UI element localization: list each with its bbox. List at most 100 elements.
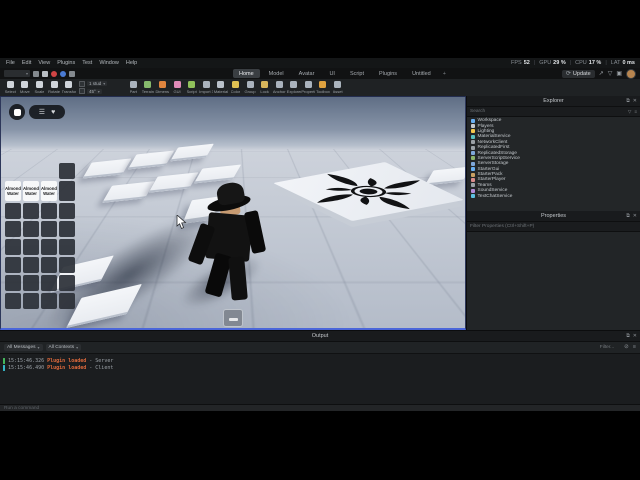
- explorer-item-textchatservice[interactable]: TextChatService: [471, 193, 640, 199]
- inventory-empty-slot[interactable]: [5, 275, 21, 291]
- snap-value-dropdown[interactable]: 45° ▾: [86, 88, 102, 94]
- inventory-empty-slot[interactable]: [59, 181, 75, 201]
- inventory-empty-slot[interactable]: [59, 203, 75, 219]
- snap-checkbox[interactable]: [78, 88, 85, 95]
- snap-value-dropdown[interactable]: 1 stud ▾: [86, 81, 108, 87]
- clear-output-icon[interactable]: ⊘: [624, 344, 629, 351]
- inventory-item-slot[interactable]: Almond Water: [5, 181, 21, 201]
- explorer-search[interactable]: Search ▽ ≡: [467, 107, 640, 117]
- inventory-empty-slot[interactable]: [5, 257, 21, 273]
- inventory-empty-slot[interactable]: [5, 221, 21, 237]
- tool-scale[interactable]: Scale: [32, 81, 47, 94]
- inventory-empty-slot[interactable]: [23, 257, 39, 273]
- inventory-empty-slot[interactable]: [23, 275, 39, 291]
- explorer-menu-icon[interactable]: ≡: [634, 109, 637, 114]
- tool-transform[interactable]: Transform: [61, 81, 76, 94]
- output-filter-all-messages[interactable]: All Messages ▾: [4, 344, 43, 351]
- tool-move[interactable]: Move: [18, 81, 33, 94]
- menu-test[interactable]: Test: [82, 60, 92, 66]
- avatar[interactable]: [626, 68, 636, 79]
- menu-window[interactable]: Window: [99, 60, 119, 66]
- dropdown-icon[interactable]: ▽: [608, 71, 613, 77]
- update-button[interactable]: ⟳ Update: [561, 69, 595, 78]
- tab-plugins[interactable]: Plugins: [373, 69, 403, 78]
- inventory-empty-slot[interactable]: [59, 257, 75, 273]
- properties-filter-input[interactable]: Filter Properties (Ctrl+Shift+P): [470, 224, 637, 229]
- tool-properties[interactable]: Properties: [301, 81, 316, 94]
- close-icon[interactable]: ✕: [633, 213, 637, 219]
- hud-pill[interactable]: ☰ ♥: [29, 105, 65, 119]
- tool-select[interactable]: Select: [3, 81, 18, 94]
- inventory-empty-slot[interactable]: [59, 293, 75, 309]
- filter-funnel-icon[interactable]: ▽: [628, 109, 631, 115]
- output-filter-input[interactable]: Filter...: [600, 345, 614, 350]
- inventory-empty-slot[interactable]: [41, 257, 57, 273]
- popout-icon[interactable]: ⧉: [626, 98, 630, 104]
- tool-asset[interactable]: Asset: [330, 81, 345, 94]
- tool-color[interactable]: Color: [228, 81, 243, 94]
- inventory-empty-slot[interactable]: [5, 293, 21, 309]
- paste-icon[interactable]: [42, 70, 48, 77]
- tool-gui[interactable]: GUI: [170, 81, 185, 94]
- inventory-empty-slot[interactable]: [41, 275, 57, 291]
- hotbar-slot[interactable]: [223, 309, 243, 327]
- tool-anchor[interactable]: Anchor: [272, 81, 287, 94]
- tool-terrain[interactable]: Terrain: [141, 81, 156, 94]
- inventory-empty-slot[interactable]: [5, 239, 21, 255]
- inventory-empty-slot[interactable]: [23, 293, 39, 309]
- hud-heart-icon[interactable]: ♥: [51, 109, 55, 116]
- copy-icon[interactable]: [33, 70, 39, 77]
- tool-dimension[interactable]: Dimension: [155, 81, 170, 94]
- tab-model[interactable]: Model: [263, 69, 290, 78]
- explorer-search-input[interactable]: Search: [470, 109, 625, 114]
- share-icon[interactable]: ↗: [599, 71, 604, 77]
- inventory-empty-slot[interactable]: [5, 203, 21, 219]
- tool-import-3d[interactable]: Import 3D: [199, 81, 214, 94]
- inventory-empty-slot[interactable]: [41, 203, 57, 219]
- inventory-empty-slot[interactable]: [59, 163, 75, 179]
- tool-lock[interactable]: Lock: [257, 81, 272, 94]
- roblox-menu-button[interactable]: [9, 104, 25, 120]
- close-icon[interactable]: ✕: [633, 98, 637, 104]
- inventory-empty-slot[interactable]: [41, 239, 57, 255]
- tool-group[interactable]: Group: [243, 81, 258, 94]
- menu-edit[interactable]: Edit: [22, 60, 31, 66]
- tab-ui[interactable]: UI: [323, 69, 341, 78]
- step-button[interactable]: [69, 70, 75, 77]
- inventory-empty-slot[interactable]: [59, 221, 75, 237]
- inventory-empty-slot[interactable]: [23, 239, 39, 255]
- inventory-empty-slot[interactable]: [59, 239, 75, 255]
- popout-icon[interactable]: ⧉: [626, 333, 630, 339]
- output-options-icon[interactable]: ≡: [633, 344, 636, 351]
- menu-view[interactable]: View: [38, 60, 50, 66]
- game-viewport[interactable]: ☰ ♥ Almond Water Almond Water Almond Water: [0, 96, 466, 330]
- tool-toolbox[interactable]: Toolbox: [316, 81, 331, 94]
- inventory-empty-slot[interactable]: [41, 221, 57, 237]
- menu-plugins[interactable]: Plugins: [57, 60, 75, 66]
- test-mode-dropdown[interactable]: ▾: [4, 70, 30, 77]
- tab-script[interactable]: Script: [344, 69, 370, 78]
- inventory-empty-slot[interactable]: [23, 221, 39, 237]
- properties-filter[interactable]: Filter Properties (Ctrl+Shift+P): [467, 222, 640, 232]
- tool-material[interactable]: Material: [214, 81, 229, 94]
- hud-list-icon[interactable]: ☰: [39, 109, 45, 116]
- tool-rotate[interactable]: Rotate: [47, 81, 62, 94]
- tab-avatar[interactable]: Avatar: [293, 69, 321, 78]
- tool-part[interactable]: Part: [126, 81, 141, 94]
- output-filter-all-contexts[interactable]: All Contexts ▾: [45, 344, 82, 351]
- close-icon[interactable]: ✕: [633, 333, 637, 339]
- inventory-item-slot[interactable]: Almond Water: [41, 181, 57, 201]
- tab-untitled[interactable]: Untitled: [406, 69, 437, 78]
- snap-checkbox[interactable]: [78, 80, 85, 87]
- command-bar-input[interactable]: Run a command: [4, 406, 39, 411]
- record-button[interactable]: [51, 70, 57, 77]
- tab-home[interactable]: Home: [233, 69, 260, 78]
- menu-help[interactable]: Help: [126, 60, 137, 66]
- new-tab-button[interactable]: +: [440, 69, 449, 78]
- apps-icon[interactable]: ▣: [616, 71, 622, 77]
- menu-file[interactable]: File: [6, 60, 15, 66]
- inventory-item-slot[interactable]: Almond Water: [23, 181, 39, 201]
- play-button[interactable]: [60, 70, 66, 77]
- inventory-empty-slot[interactable]: [59, 275, 75, 291]
- popout-icon[interactable]: ⧉: [626, 213, 630, 219]
